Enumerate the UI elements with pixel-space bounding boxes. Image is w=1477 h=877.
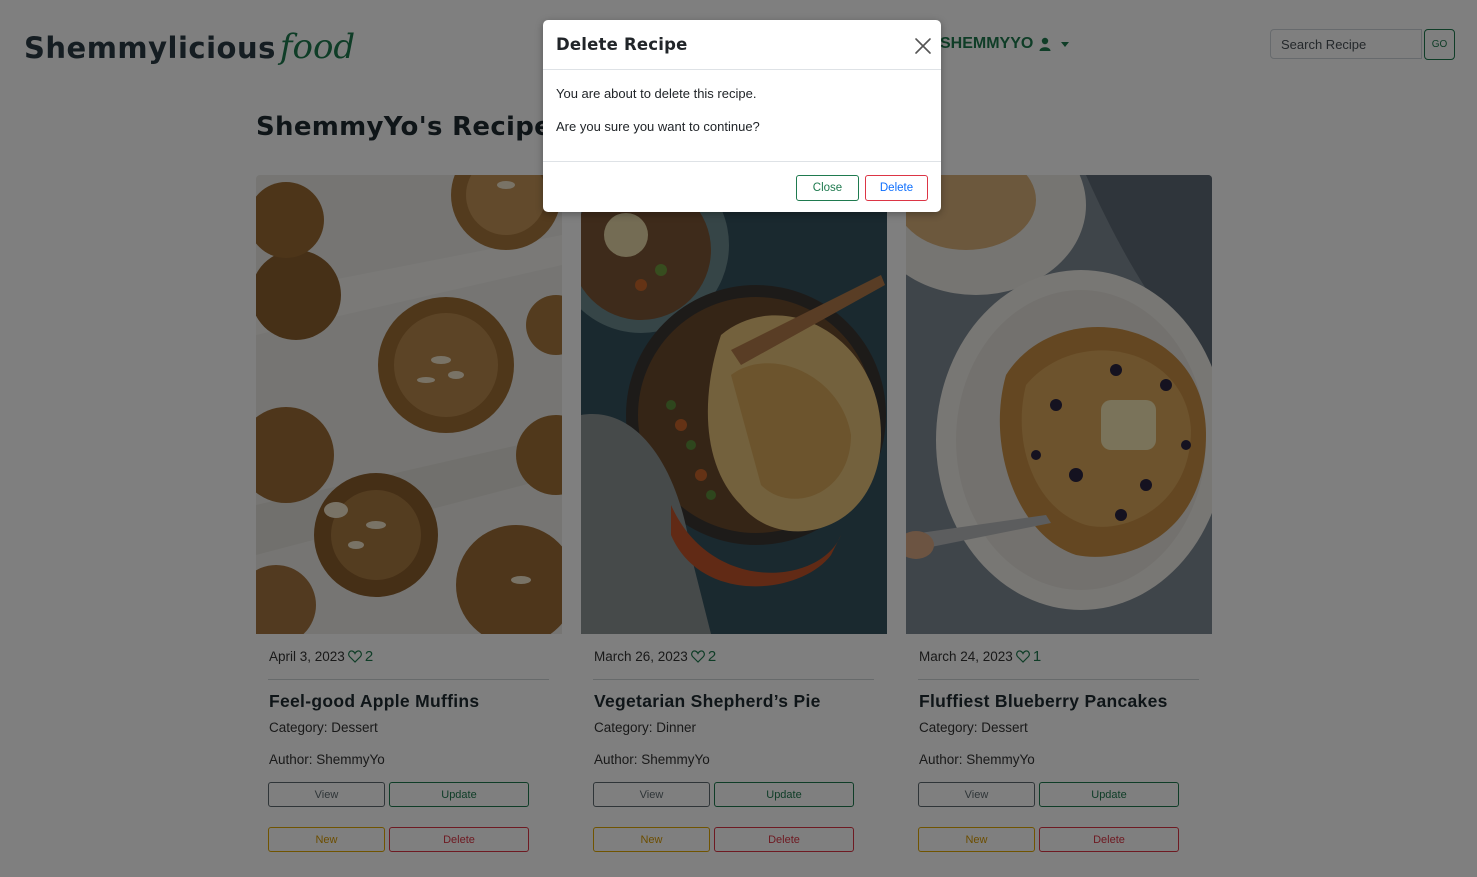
modal-header: Delete Recipe xyxy=(543,20,941,70)
modal-body: You are about to delete this recipe. Are… xyxy=(556,86,760,152)
delete-recipe-modal: Delete Recipe You are about to delete th… xyxy=(543,20,941,212)
close-icon[interactable] xyxy=(912,35,934,57)
modal-title: Delete Recipe xyxy=(556,35,688,54)
modal-footer: Close Delete xyxy=(543,161,941,212)
modal-question: Are you sure you want to continue? xyxy=(556,119,760,134)
modal-delete-button[interactable]: Delete xyxy=(865,175,928,201)
modal-close-button[interactable]: Close xyxy=(796,175,859,201)
modal-message: You are about to delete this recipe. xyxy=(556,86,757,101)
